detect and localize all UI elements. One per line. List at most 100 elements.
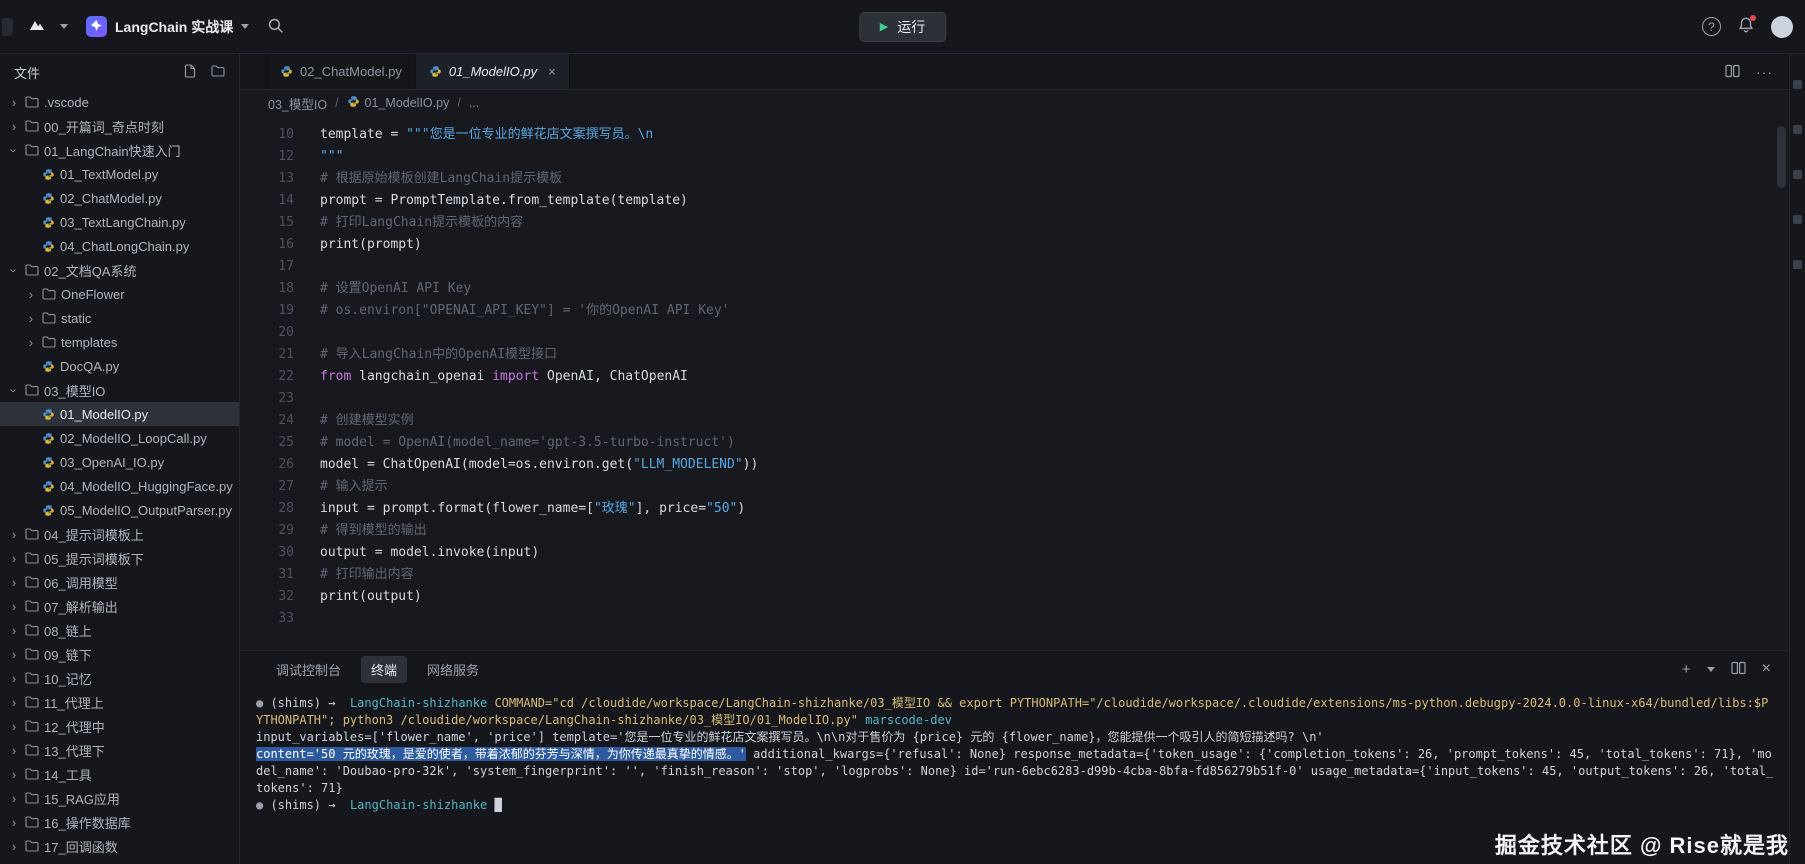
workspace-switcher[interactable]: LangChain 实战课 [78,12,257,41]
explorer-title: 文件 [14,63,169,82]
tree-folder[interactable]: ›06_调用模型 [0,570,239,594]
code-line: 29# 得到模型的输出 [240,520,1789,542]
tree-file[interactable]: ›03_TextLangChain.py [0,210,239,234]
tree-file[interactable]: ›04_ChatLongChain.py [0,234,239,258]
tree-file[interactable]: ›04_ModelIO_HuggingFace.py [0,474,239,498]
tree-file[interactable]: ›DocQA.py [0,354,239,378]
tree-folder[interactable]: ›05_提示词模板下 [0,546,239,570]
line-number: 14 [240,190,312,212]
line-number: 23 [240,388,312,410]
tree-file[interactable]: ›01_TextModel.py [0,162,239,186]
split-editor-button[interactable] [1725,64,1740,81]
explorer-header: 文件 [0,54,239,90]
notifications-button[interactable] [1737,16,1755,37]
tree-file[interactable]: ›02_ChatModel.py [0,186,239,210]
chevron-icon: › [8,696,20,709]
right-rail-icon[interactable] [1793,80,1802,89]
logo-caret-icon[interactable] [60,24,68,29]
tree-folder[interactable]: ›13_代理下 [0,738,239,762]
line-number: 19 [240,300,312,322]
tree-folder[interactable]: ›17_回调函数 [0,834,239,858]
tree-file[interactable]: ›01_ModelIO.py [0,402,239,426]
tree-item-label: 03_TextLangChain.py [60,215,186,230]
folder-icon [25,120,39,132]
terminal-segment: (shims) [263,696,328,710]
code-line: 27# 输入提示 [240,476,1789,498]
tree-folder[interactable]: ›14_工具 [0,762,239,786]
breadcrumb-folder[interactable]: 03_模型IO [268,94,327,113]
tab-01-modelio[interactable]: 01_ModelIO.py × [416,54,570,89]
tree-folder[interactable]: ›04_提示词模板上 [0,522,239,546]
workspace-icon [86,16,107,37]
right-rail-icon[interactable] [1793,260,1802,269]
terminal-segment: (shims) [263,798,328,812]
tree-folder[interactable]: ›12_代理中 [0,714,239,738]
tree-folder[interactable]: ›03_模型IO [0,378,239,402]
split-terminal-button[interactable] [1731,661,1746,678]
tree-folder[interactable]: ›11_代理上 [0,690,239,714]
tree-folder[interactable]: ›10_记忆 [0,666,239,690]
breadcrumb-file[interactable]: 01_ModelIO.py [347,95,450,111]
help-button[interactable]: ? [1702,17,1721,36]
more-actions-icon[interactable]: ··· [1756,64,1773,80]
tree-item-label: .vscode [44,95,89,110]
close-tab-icon[interactable]: × [548,64,556,79]
tree-file[interactable]: ›03_OpenAI_IO.py [0,450,239,474]
tree-item-label: 09_链下 [44,645,92,664]
code-line: 18# 设置OpenAI API Key [240,278,1789,300]
tree-folder[interactable]: ›01_LangChain快速入门 [0,138,239,162]
terminal-output[interactable]: ● (shims) → LangChain-shizhanke COMMAND=… [240,687,1789,864]
tree-folder[interactable]: ›09_链下 [0,642,239,666]
folder-icon [42,288,56,300]
editor-scrollbar[interactable] [1777,126,1786,188]
tree-folder[interactable]: ›.vscode [0,90,239,114]
tree-folder[interactable]: ›08_链上 [0,618,239,642]
tree-folder[interactable]: ›static [0,306,239,330]
code-line: 17 [240,256,1789,278]
search-button[interactable] [267,17,284,37]
line-number: 30 [240,542,312,564]
run-button[interactable]: ▶ 运行 [859,12,946,42]
breadcrumb-more[interactable]: ... [469,96,479,110]
line-number: 21 [240,344,312,366]
terminal-segment: input_variables=['flower_name', 'price']… [256,730,1324,744]
tree-folder[interactable]: ›templates [0,330,239,354]
editor-tab-bar: 02_ChatModel.py 01_ModelIO.py × ··· [240,54,1789,90]
new-folder-button[interactable] [211,65,225,80]
new-terminal-button[interactable]: + [1682,662,1691,677]
tree-folder[interactable]: ›15_RAG应用 [0,786,239,810]
right-rail-icon[interactable] [1793,125,1802,134]
tree-folder[interactable]: ›07_解析输出 [0,594,239,618]
tree-folder[interactable]: ›02_文档QA系统 [0,258,239,282]
tab-debug-console[interactable]: 调试控制台 [266,656,351,683]
tree-folder[interactable]: ›OneFlower [0,282,239,306]
new-file-button[interactable] [183,64,197,81]
code-editor[interactable]: 10template = """您是一位专业的鲜花店文案撰写员。\n12"""1… [240,116,1789,650]
terminal-segment: → [328,798,335,812]
right-rail-icon[interactable] [1793,170,1802,179]
code-text: print(output) [312,586,422,608]
tab-network-service[interactable]: 网络服务 [417,656,489,683]
tree-file[interactable]: ›05_ModelIO_OutputParser.py [0,498,239,522]
tree-folder[interactable]: ›00_开篇词_奇点时刻 [0,114,239,138]
right-rail-icon[interactable] [1793,215,1802,224]
tree-item-label: 05_ModelIO_OutputParser.py [60,503,232,518]
code-text: # os.environ["OPENAI_API_KEY"] = '你的Open… [312,300,730,322]
code-lines: 10template = """您是一位专业的鲜花店文案撰写员。\n12"""1… [240,124,1789,630]
tab-02-chatmodel[interactable]: 02_ChatModel.py [266,54,416,89]
tree-file[interactable]: ›02_ModelIO_LoopCall.py [0,426,239,450]
tree-item-label: 03_模型IO [44,381,105,400]
code-line: 20 [240,322,1789,344]
line-number: 29 [240,520,312,542]
avatar[interactable] [1771,16,1793,38]
terminal-picker-caret-icon[interactable] [1707,667,1715,672]
tree-item-label: 12_代理中 [44,717,105,736]
python-file-icon [42,360,55,373]
tree-folder[interactable]: ›16_操作数据库 [0,810,239,834]
tab-terminal[interactable]: 终端 [361,656,407,683]
line-number: 31 [240,564,312,586]
code-text: """ [312,146,343,168]
close-panel-icon[interactable]: × [1762,661,1771,677]
tab-label: 02_ChatModel.py [300,64,402,79]
app-logo[interactable] [23,13,50,40]
